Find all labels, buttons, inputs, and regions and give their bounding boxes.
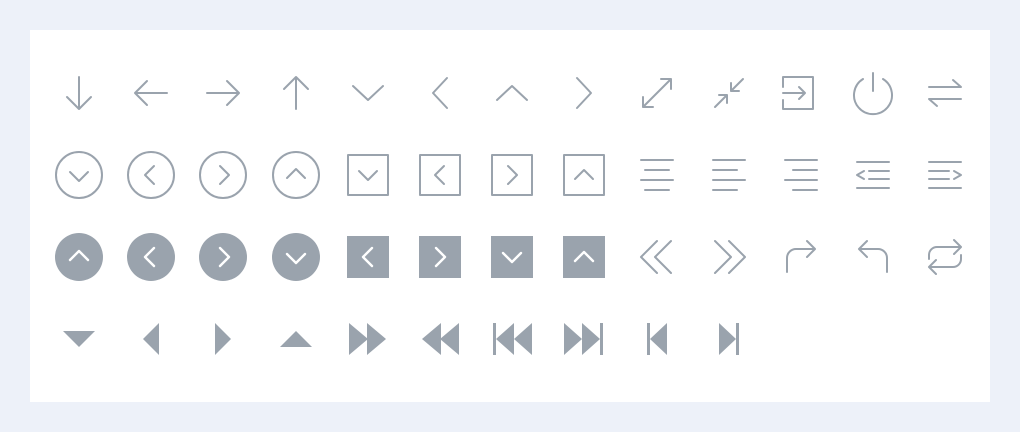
repeat-icon	[917, 229, 973, 285]
arrow-left-icon	[123, 65, 179, 121]
caret-down-icon	[51, 311, 107, 367]
sign-in-icon	[773, 65, 829, 121]
arrow-up-icon	[268, 65, 324, 121]
skip-back-icon	[484, 311, 540, 367]
chevron-up-square-filled-icon	[556, 229, 612, 285]
collapse-icon	[701, 65, 757, 121]
chevron-down-circle-icon	[51, 147, 107, 203]
align-center-icon	[629, 147, 685, 203]
arrow-right-icon	[195, 65, 251, 121]
caret-left-icon	[123, 311, 179, 367]
chevron-right-circle-icon	[195, 147, 251, 203]
chevron-up-circle-filled-icon	[51, 229, 107, 285]
chevron-left-square-icon	[412, 147, 468, 203]
chevron-up-circle-icon	[268, 147, 324, 203]
chevron-right-circle-filled-icon	[195, 229, 251, 285]
undo-icon	[845, 229, 901, 285]
rewind-icon	[412, 311, 468, 367]
chevron-up-square-icon	[556, 147, 612, 203]
align-right-icon	[773, 147, 829, 203]
indent-decrease-icon	[845, 147, 901, 203]
double-chevron-right-icon	[701, 229, 757, 285]
expand-icon	[629, 65, 685, 121]
chevron-right-square-icon	[484, 147, 540, 203]
chevron-left-circle-icon	[123, 147, 179, 203]
chevron-right-square-filled-icon	[412, 229, 468, 285]
chevron-left-icon	[412, 65, 468, 121]
caret-right-icon	[195, 311, 251, 367]
chevron-down-square-filled-icon	[484, 229, 540, 285]
redo-icon	[773, 229, 829, 285]
chevron-up-icon	[484, 65, 540, 121]
chevron-left-square-filled-icon	[340, 229, 396, 285]
fast-forward-icon	[340, 311, 396, 367]
step-forward-icon	[701, 311, 757, 367]
power-icon	[845, 65, 901, 121]
icon-grid-panel	[30, 30, 990, 402]
swap-horizontal-icon	[917, 65, 973, 121]
caret-up-icon	[268, 311, 324, 367]
align-left-icon	[701, 147, 757, 203]
double-chevron-left-icon	[629, 229, 685, 285]
step-backward-icon	[629, 311, 685, 367]
indent-increase-icon	[917, 147, 973, 203]
chevron-down-square-icon	[340, 147, 396, 203]
chevron-down-icon	[340, 65, 396, 121]
skip-forward-icon	[556, 311, 612, 367]
arrow-down-icon	[51, 65, 107, 121]
chevron-down-circle-filled-icon	[268, 229, 324, 285]
chevron-left-circle-filled-icon	[123, 229, 179, 285]
chevron-right-icon	[556, 65, 612, 121]
